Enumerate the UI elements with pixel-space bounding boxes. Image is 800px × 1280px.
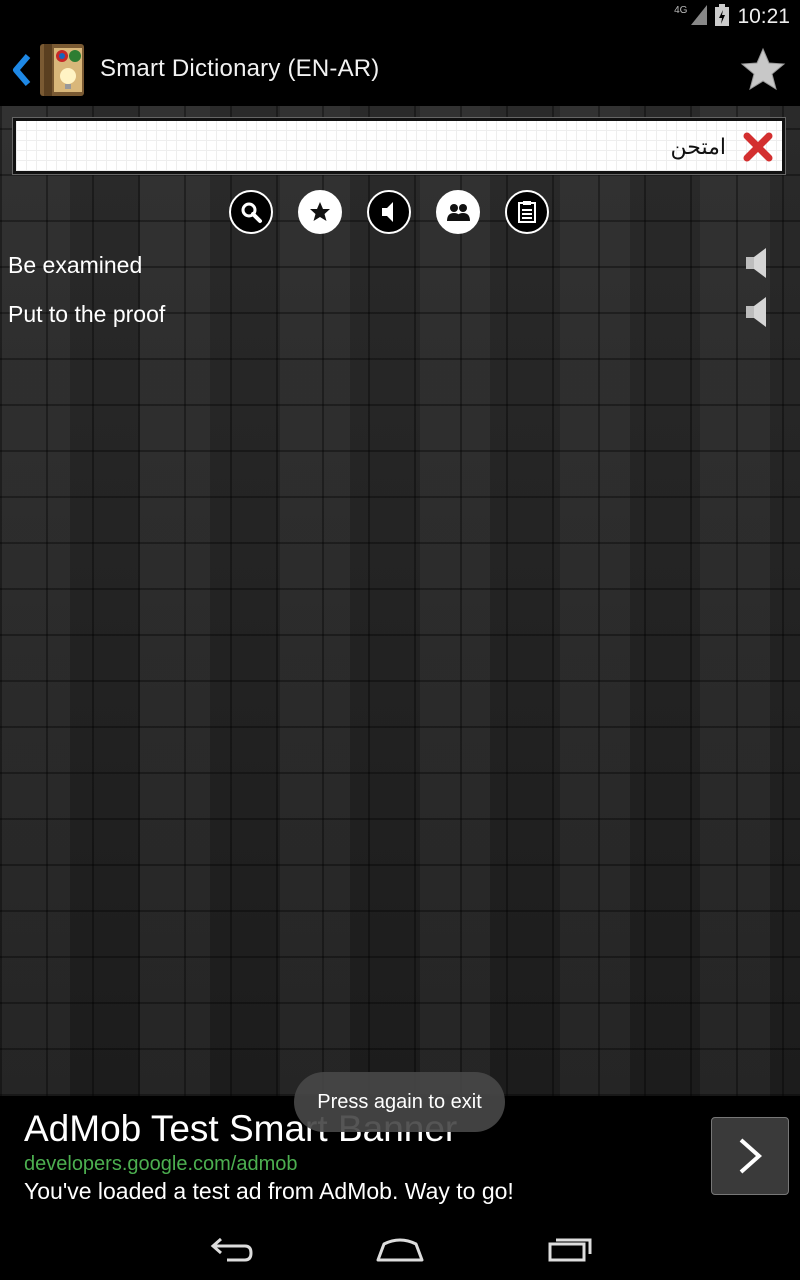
dictionary-book-icon [40,44,84,96]
list-item[interactable]: Put to the proof [0,289,800,338]
search-input[interactable] [26,129,726,165]
app-title: Smart Dictionary (EN-AR) [100,55,380,82]
speaker-icon [382,202,393,222]
search-box [13,118,785,174]
speak-result-button[interactable] [744,295,770,329]
back-arrow-icon [210,1237,253,1262]
chevron-left-icon [13,54,31,86]
search-icon [241,202,262,223]
clipboard-icon [518,201,536,223]
home-icon [376,1238,424,1262]
back-button[interactable] [205,1234,255,1264]
close-icon [743,132,773,162]
clear-search-button[interactable] [742,131,774,163]
speaker-icon [746,248,766,278]
speak-result-button[interactable] [744,246,770,280]
result-list: Be examined Put to the proof [0,240,800,338]
notes-button[interactable] [505,190,549,234]
people-icon [447,204,470,221]
ad-open-button[interactable] [711,1117,789,1195]
search-button[interactable] [229,190,273,234]
recent-apps-button[interactable] [546,1234,596,1264]
add-favorite-button[interactable] [298,190,342,234]
star-icon [740,47,786,91]
network-type: 4G [674,4,688,16]
favorite-button[interactable] [740,46,786,92]
action-bar: Smart Dictionary (EN-AR) [0,34,800,106]
result-text: Be examined [8,252,143,278]
toast-message: Press again to exit [294,1072,505,1132]
signal-icon [691,4,708,30]
up-navigation-button[interactable] [10,52,34,88]
result-text: Put to the proof [8,301,166,327]
chevron-right-icon [739,1138,763,1174]
list-item[interactable]: Be examined [0,240,800,289]
home-button[interactable] [374,1234,424,1264]
status-bar: 4G 10:21 [0,0,800,34]
main-content: Be examined Put to the proof [0,106,800,1096]
battery-icon [715,3,730,31]
action-toolbar [229,190,549,238]
speaker-icon [746,297,766,327]
ad-url[interactable]: developers.google.com/admob [24,1153,298,1176]
pronounce-button[interactable] [367,190,411,234]
contacts-button[interactable] [436,190,480,234]
app-logo[interactable] [38,42,86,98]
system-nav-bar [0,1220,800,1280]
ad-description: You've loaded a test ad from AdMob. Way … [24,1178,514,1204]
star-icon [310,202,330,221]
recent-apps-icon [548,1238,592,1262]
clock: 10:21 [737,5,790,28]
